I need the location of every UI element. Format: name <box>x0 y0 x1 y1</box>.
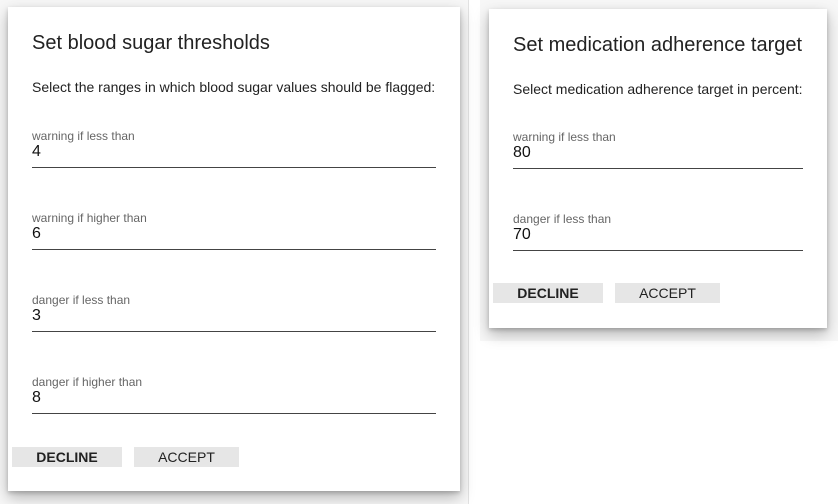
accept-button[interactable]: ACCEPT <box>615 283 720 303</box>
dialog-title: Set blood sugar thresholds <box>32 32 270 54</box>
danger-less-than-field[interactable]: danger if less than 70 <box>513 212 803 251</box>
medication-adherence-dialog: Set medication adherence target Select m… <box>489 9 827 328</box>
field-value[interactable]: 80 <box>513 144 531 162</box>
dialog-description: Select the ranges in which blood sugar v… <box>32 79 436 95</box>
accept-button[interactable]: ACCEPT <box>134 447 239 467</box>
decline-button[interactable]: DECLINE <box>12 447 122 467</box>
field-value[interactable]: 8 <box>32 389 41 407</box>
dialog-title: Set medication adherence target <box>513 34 803 56</box>
field-label: warning if less than <box>513 130 616 144</box>
warning-less-than-field[interactable]: warning if less than 4 <box>32 129 436 168</box>
field-value[interactable]: 3 <box>32 307 41 325</box>
warning-less-than-field[interactable]: warning if less than 80 <box>513 130 803 169</box>
danger-less-than-field[interactable]: danger if less than 3 <box>32 293 436 332</box>
field-label: danger if higher than <box>32 375 143 389</box>
field-label: danger if less than <box>513 212 612 226</box>
decline-button[interactable]: DECLINE <box>493 283 603 303</box>
warning-higher-than-field[interactable]: warning if higher than 6 <box>32 211 436 250</box>
field-value[interactable]: 4 <box>32 143 41 161</box>
dialog-description: Select medication adherence target in pe… <box>513 81 803 97</box>
blood-sugar-thresholds-dialog: Set blood sugar thresholds Select the ra… <box>8 7 460 491</box>
field-label: danger if less than <box>32 293 131 307</box>
field-value[interactable]: 70 <box>513 226 531 244</box>
field-label: warning if higher than <box>32 211 147 225</box>
field-value[interactable]: 6 <box>32 225 41 243</box>
field-label: warning if less than <box>32 129 135 143</box>
danger-higher-than-field[interactable]: danger if higher than 8 <box>32 375 436 414</box>
